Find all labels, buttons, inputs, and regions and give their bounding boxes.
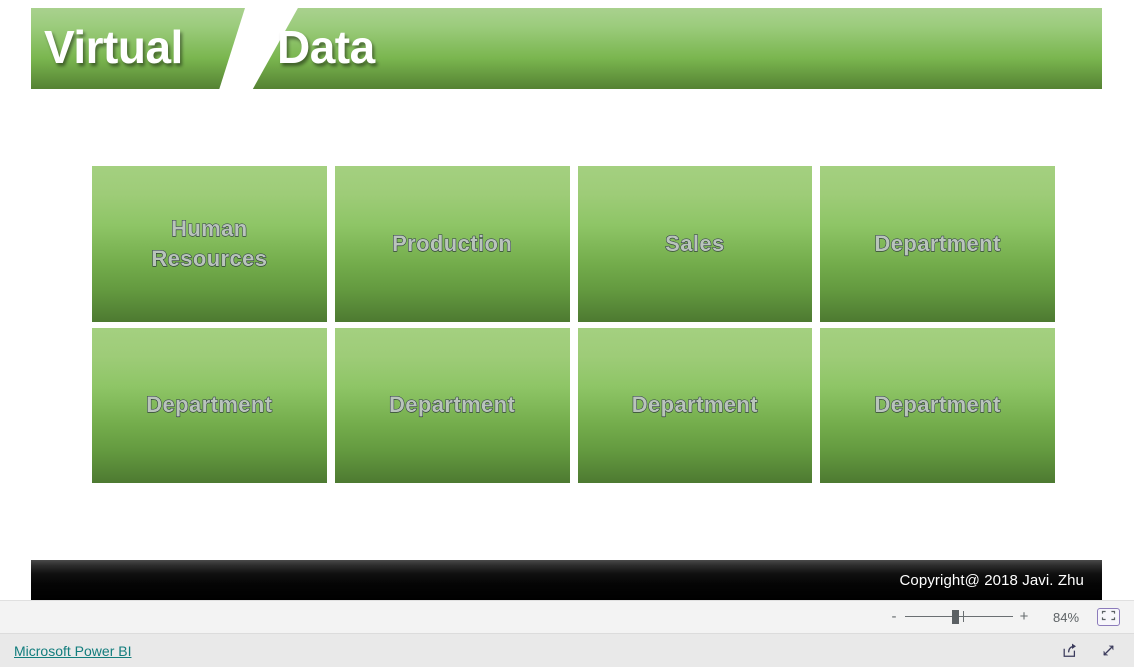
zoom-slider-tick (963, 611, 964, 622)
fit-to-page-icon (1101, 608, 1116, 626)
status-bar-actions (1060, 641, 1134, 660)
zoom-slider[interactable] (905, 608, 1013, 626)
fullscreen-icon[interactable] (1099, 641, 1118, 660)
share-icon[interactable] (1060, 641, 1079, 660)
department-card[interactable]: Human Resources (92, 166, 327, 322)
department-card[interactable]: Production (334, 166, 570, 322)
department-card-label: Department (874, 392, 1001, 418)
copyright-text: Copyright@ 2018 Javi. Zhu (899, 571, 1084, 589)
zoom-out-button[interactable]: - (887, 609, 901, 624)
zoom-slider-thumb[interactable] (952, 610, 959, 624)
report-footer-bar: Copyright@ 2018 Javi. Zhu (31, 560, 1102, 600)
zoom-slider-track (905, 616, 1013, 617)
department-card[interactable]: Department (820, 166, 1055, 322)
department-card[interactable]: Department (92, 327, 327, 483)
department-card-label: Production (392, 230, 513, 256)
department-card[interactable]: Sales (577, 166, 813, 322)
zoom-toolbar: - + 84% (0, 600, 1134, 634)
department-card[interactable]: Department (577, 327, 813, 483)
zoom-in-button[interactable]: + (1017, 609, 1031, 624)
banner-title-word-virtual: Virtual (44, 21, 183, 73)
department-card[interactable]: Department (820, 327, 1055, 483)
department-card-label: Department (631, 392, 758, 418)
department-card-grid: Human Resources Production Sales Departm… (92, 166, 1055, 483)
microsoft-power-bi-link[interactable]: Microsoft Power BI (14, 643, 131, 659)
department-card[interactable]: Department (334, 327, 570, 483)
banner-shape-right (252, 8, 1102, 89)
status-bar: Microsoft Power BI (0, 634, 1134, 667)
department-card-label: Department (874, 230, 1001, 256)
zoom-level-label: 84% (1052, 609, 1080, 625)
department-card-label: Human Resources (151, 215, 268, 271)
banner-title-word-data: Data (277, 21, 375, 73)
department-card-label: Department (146, 392, 273, 418)
department-card-label: Department (388, 392, 516, 418)
report-canvas[interactable]: Virtual Data Human Resources Production … (0, 0, 1134, 600)
fit-to-page-button[interactable] (1097, 608, 1120, 626)
report-title-banner: Virtual Data (0, 0, 1134, 100)
power-bi-report-viewer: Virtual Data Human Resources Production … (0, 0, 1134, 667)
department-card-label: Sales (665, 230, 725, 256)
